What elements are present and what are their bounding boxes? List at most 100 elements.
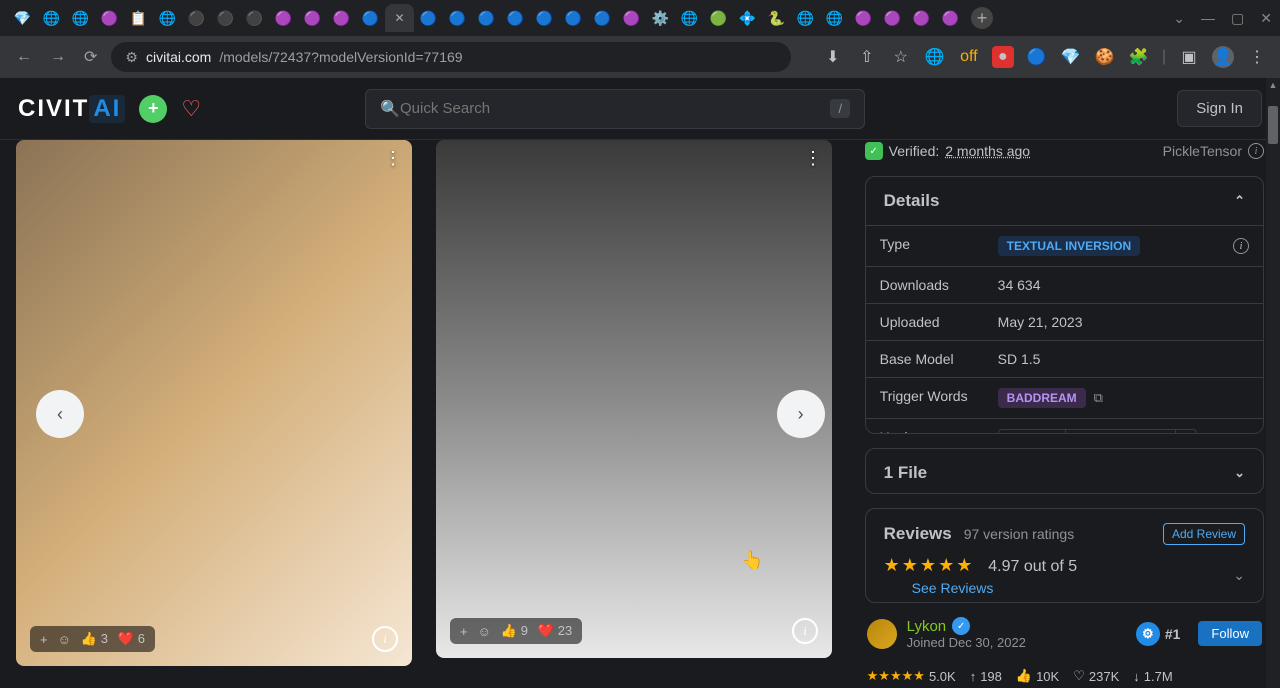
tab[interactable]: 🟣: [269, 4, 298, 32]
create-button[interactable]: +: [139, 95, 167, 123]
tab[interactable]: 📋: [124, 4, 153, 32]
tab[interactable]: 💎: [8, 4, 37, 32]
shield-icon: ✓: [865, 142, 883, 160]
info-icon[interactable]: i: [372, 626, 398, 652]
tab-active[interactable]: ✕: [385, 4, 414, 32]
tab[interactable]: 🟣: [907, 4, 936, 32]
sign-in-button[interactable]: Sign In: [1177, 90, 1262, 127]
tab[interactable]: 🟣: [878, 4, 907, 32]
maximize-icon[interactable]: ▢: [1231, 10, 1244, 27]
menu-icon[interactable]: ⋮: [1246, 46, 1268, 68]
tab[interactable]: 🌐: [675, 4, 704, 32]
tab[interactable]: 🟣: [327, 4, 356, 32]
files-panel[interactable]: 1 File ⌄: [865, 448, 1264, 493]
more-icon[interactable]: ⋮: [804, 148, 822, 169]
extension-icon[interactable]: 🌐: [924, 46, 946, 68]
reactions-bar[interactable]: + ☺ 👍 3 ❤️ 6: [30, 626, 155, 652]
back-button[interactable]: ←: [12, 48, 36, 66]
chevron-right-icon[interactable]: ›: [1176, 430, 1196, 434]
search-input[interactable]: [400, 100, 830, 117]
tab[interactable]: 🔵: [356, 4, 385, 32]
tab[interactable]: 🔵: [559, 4, 588, 32]
tab[interactable]: 🟣: [95, 4, 124, 32]
gallery-image[interactable]: ⋮ + ☺ 👍 9 ❤️ 23 i: [436, 140, 832, 658]
trigger-word-badge[interactable]: BADDREAM: [998, 388, 1086, 408]
tab[interactable]: ⚫: [182, 4, 211, 32]
tab[interactable]: 🟣: [936, 4, 965, 32]
close-icon[interactable]: ✕: [390, 11, 408, 25]
sidepanel-icon[interactable]: ▣: [1178, 46, 1200, 68]
tab[interactable]: 🐍: [762, 4, 791, 32]
tab[interactable]: 🟢: [704, 4, 733, 32]
reactions-bar[interactable]: + ☺ 👍 9 ❤️ 23: [450, 618, 582, 644]
extension-icon[interactable]: 💎: [1060, 46, 1082, 68]
see-reviews-link[interactable]: See Reviews: [912, 580, 994, 596]
tab[interactable]: 🔵: [443, 4, 472, 32]
extensions-icon[interactable]: 🧩: [1128, 46, 1150, 68]
details-panel: Details ⌃ TypeTEXTUAL INVERSIONi Downloa…: [865, 176, 1264, 434]
details-header[interactable]: Details ⌃: [866, 177, 1263, 225]
minimize-icon[interactable]: —: [1201, 10, 1215, 27]
add-reaction-icon[interactable]: +: [40, 632, 48, 647]
scrollbar[interactable]: ▲: [1266, 78, 1280, 688]
search-box[interactable]: 🔍 /: [365, 89, 865, 129]
share-icon[interactable]: ⇧: [856, 46, 878, 68]
author-name[interactable]: Lykon: [907, 618, 946, 635]
gallery-prev-button[interactable]: ‹: [36, 390, 84, 438]
bookmark-icon[interactable]: ☆: [890, 46, 912, 68]
extension-icon[interactable]: ●: [992, 46, 1014, 68]
copy-icon[interactable]: ⧉: [1094, 390, 1103, 406]
tab[interactable]: 🔵: [588, 4, 617, 32]
hash-selector[interactable]: AUTOV2758AAC4435›: [998, 429, 1197, 434]
favorites-button[interactable]: ♡: [181, 96, 201, 122]
tab[interactable]: 💠: [733, 4, 762, 32]
tab[interactable]: 🌐: [820, 4, 849, 32]
emoji-icon[interactable]: ☺: [478, 624, 491, 639]
info-icon[interactable]: i: [1233, 238, 1249, 254]
reload-button[interactable]: ⟳: [80, 47, 101, 67]
rating-score: 4.97 out of 5: [988, 558, 1077, 575]
site-settings-icon[interactable]: ⚙: [125, 49, 138, 66]
dropdown-icon[interactable]: ⌄: [1173, 10, 1185, 27]
extension-icon[interactable]: off: [958, 46, 980, 68]
tab[interactable]: 🟣: [298, 4, 327, 32]
tab[interactable]: 🔵: [501, 4, 530, 32]
tab[interactable]: 🔵: [414, 4, 443, 32]
url-path: /models/72437?modelVersionId=77169: [219, 49, 462, 65]
verified-time[interactable]: 2 months ago: [945, 143, 1030, 159]
add-reaction-icon[interactable]: +: [460, 624, 468, 639]
image-gallery: ⋮ + ☺ 👍 3 ❤️ 6 i ⋮ + ☺ 👍 9 ❤️ 23 i ‹ › 👆: [16, 140, 845, 688]
tab[interactable]: 🌐: [66, 4, 95, 32]
gallery-next-button[interactable]: ›: [777, 390, 825, 438]
search-shortcut: /: [830, 99, 850, 118]
new-tab-button[interactable]: +: [971, 7, 993, 29]
tab[interactable]: 🔵: [472, 4, 501, 32]
extension-icon[interactable]: 🍪: [1094, 46, 1116, 68]
tab[interactable]: ⚫: [211, 4, 240, 32]
tab[interactable]: ⚫: [240, 4, 269, 32]
close-window-icon[interactable]: ✕: [1260, 10, 1272, 27]
profile-icon[interactable]: 👤: [1212, 46, 1234, 68]
forward-button[interactable]: →: [46, 48, 70, 66]
follow-button[interactable]: Follow: [1198, 621, 1262, 646]
tab[interactable]: 🔵: [530, 4, 559, 32]
add-review-button[interactable]: Add Review: [1163, 523, 1245, 545]
extension-icon[interactable]: 🔵: [1026, 46, 1048, 68]
tab[interactable]: 🌐: [791, 4, 820, 32]
install-icon[interactable]: ⬇: [822, 46, 844, 68]
tab[interactable]: 🌐: [37, 4, 66, 32]
info-icon[interactable]: i: [1248, 143, 1264, 159]
tab[interactable]: ⚙️: [646, 4, 675, 32]
more-icon[interactable]: ⋮: [384, 148, 402, 169]
logo[interactable]: CIVITAI: [18, 95, 125, 123]
chevron-down-icon[interactable]: ⌄: [1233, 567, 1245, 584]
tab[interactable]: 🟣: [849, 4, 878, 32]
avatar[interactable]: [867, 619, 897, 649]
tab[interactable]: 🌐: [153, 4, 182, 32]
address-bar[interactable]: ⚙ civitai.com/models/72437?modelVersionI…: [111, 42, 791, 72]
scroll-up-icon[interactable]: ▲: [1266, 78, 1280, 92]
emoji-icon[interactable]: ☺: [58, 632, 71, 647]
info-icon[interactable]: i: [792, 618, 818, 644]
scroll-thumb[interactable]: [1268, 106, 1278, 144]
tab[interactable]: 🟣: [617, 4, 646, 32]
